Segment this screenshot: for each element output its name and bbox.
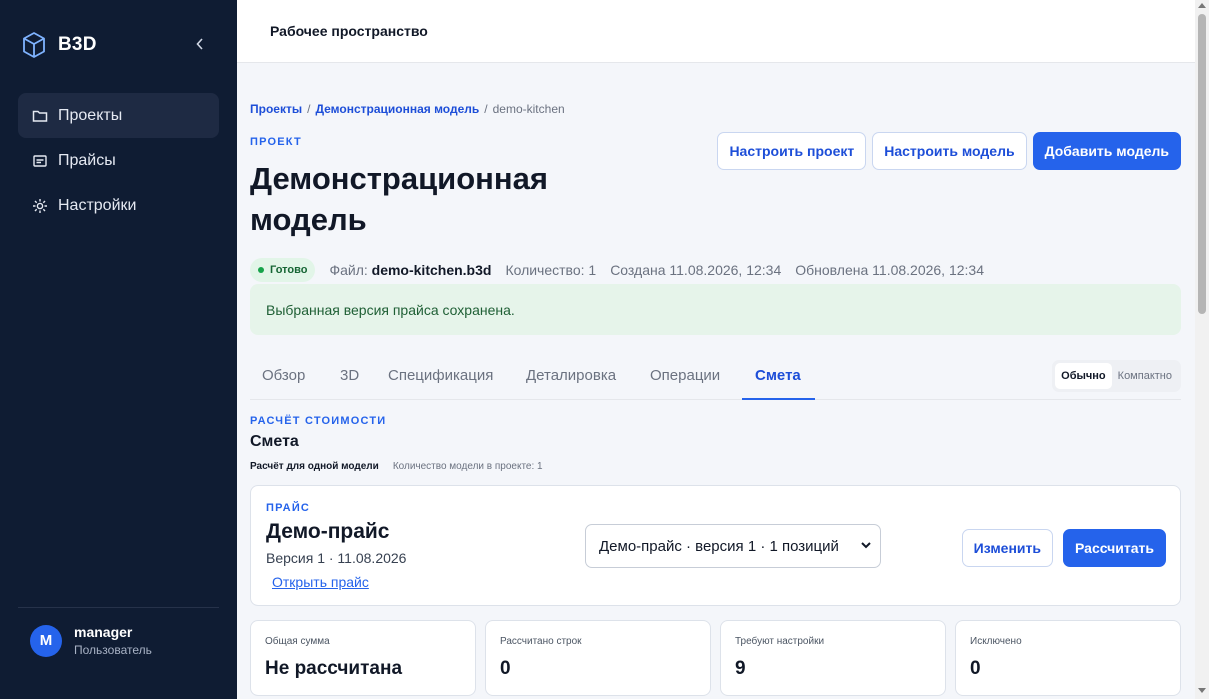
stat-label: Требуют настройки — [735, 636, 825, 647]
user-name: manager — [74, 624, 133, 640]
stat-value: Не рассчитана — [265, 658, 403, 679]
brand-name: B3D — [58, 34, 97, 55]
success-alert: Выбранная версия прайса сохранена. — [250, 284, 1181, 335]
price-card: ПРАЙС Демо-прайс Версия 1 · 11.08.2026 О… — [250, 485, 1181, 606]
estimate-subtitle-bold: Расчёт для одной модели — [250, 461, 379, 472]
sidebar: B3D Проекты Прайсы Настройки M manager П… — [0, 0, 237, 699]
stat-value: 9 — [735, 658, 746, 679]
tabs: Обзор 3D Спецификация Деталировка Операц… — [250, 360, 1181, 400]
chevron-down-icon — [861, 542, 871, 549]
price-name: Демо-прайс — [266, 520, 390, 543]
file-info: Файл: demo-kitchen.b3d — [329, 262, 491, 278]
user-profile[interactable]: M manager Пользователь — [30, 624, 152, 657]
breadcrumb-separator: / — [307, 102, 311, 116]
scroll-thumb[interactable] — [1198, 14, 1206, 314]
collapse-sidebar-button[interactable] — [190, 34, 210, 54]
stats-row: Общая сумма Не рассчитана Рассчитано стр… — [250, 620, 1181, 696]
stat-label: Общая сумма — [265, 636, 330, 647]
scrollbar[interactable] — [1195, 0, 1209, 699]
brand[interactable]: B3D — [22, 30, 97, 60]
status-text: Готово — [270, 264, 308, 276]
avatar: M — [30, 624, 62, 657]
configure-model-button[interactable]: Настроить модель — [872, 132, 1027, 170]
price-eyebrow: ПРАЙС — [266, 502, 311, 514]
sidebar-item-label: Настройки — [58, 196, 137, 214]
user-role: Пользователь — [74, 643, 152, 657]
created-info: Создана 11.08.2026, 12:34 — [610, 262, 782, 278]
scroll-up-arrow-icon[interactable] — [1198, 3, 1206, 8]
stat-card-needs-setup: Требуют настройки 9 — [720, 620, 946, 696]
stat-label: Исключено — [970, 636, 1022, 647]
open-price-link[interactable]: Открыть прайс — [272, 574, 369, 590]
status-badge: Готово — [250, 258, 316, 282]
tab-estimate[interactable]: Смета — [742, 360, 815, 400]
estimate-eyebrow: РАСЧЁТ СТОИМОСТИ — [250, 415, 387, 427]
stat-card-excluded: Исключено 0 — [955, 620, 1181, 696]
estimate-subtitle: Расчёт для одной модели Количество модели… — [250, 461, 543, 472]
header-actions: Настроить проект Настроить модель Добави… — [717, 132, 1181, 170]
price-list-icon — [32, 153, 48, 169]
file-name: demo-kitchen.b3d — [371, 262, 492, 278]
breadcrumb-project-link[interactable]: Демонстрационная модель — [315, 102, 479, 116]
tab-overview[interactable]: Обзор — [262, 360, 305, 400]
tab-details[interactable]: Деталировка — [526, 360, 616, 400]
calculate-button[interactable]: Рассчитать — [1063, 529, 1166, 567]
chevron-left-icon — [196, 38, 203, 50]
price-version: Версия 1 · 11.08.2026 — [266, 550, 407, 566]
breadcrumb-separator: / — [484, 102, 488, 116]
stat-value: 0 — [970, 658, 981, 679]
configure-project-button[interactable]: Настроить проект — [717, 132, 867, 170]
add-model-button[interactable]: Добавить модель — [1032, 132, 1181, 170]
status-dot-icon — [258, 267, 264, 273]
price-select-value: Демо-прайс · версия 1 · 1 позиций — [599, 537, 839, 555]
main-content: Проекты / Демонстрационная модель / demo-kit… — [250, 63, 1181, 699]
density-normal-option[interactable]: Обычно — [1055, 363, 1112, 389]
project-eyebrow: ПРОЕКТ — [250, 136, 302, 148]
density-compact-option[interactable]: Компактно — [1112, 363, 1178, 389]
tab-operations[interactable]: Операции — [650, 360, 720, 400]
file-label: Файл: — [329, 262, 368, 278]
sidebar-item-label: Проекты — [58, 106, 123, 124]
stat-card-calculated: Рассчитано строк 0 — [485, 620, 711, 696]
topbar-title: Рабочее пространство — [270, 23, 428, 39]
sidebar-divider — [18, 607, 219, 608]
updated-info: Обновлена 11.08.2026, 12:34 — [795, 262, 984, 278]
topbar: Рабочее пространство — [237, 0, 1195, 63]
tab-specification[interactable]: Спецификация — [388, 360, 493, 400]
quantity-info: Количество: 1 — [505, 262, 597, 278]
sidebar-nav: Проекты Прайсы Настройки — [18, 93, 219, 228]
stat-label: Рассчитано строк — [500, 636, 582, 647]
estimate-title: Смета — [250, 433, 299, 450]
change-price-button[interactable]: Изменить — [961, 529, 1053, 567]
sidebar-item-prices[interactable]: Прайсы — [18, 138, 219, 183]
stat-card-total: Общая сумма Не рассчитана — [250, 620, 476, 696]
tab-3d[interactable]: 3D — [340, 360, 359, 400]
sidebar-item-settings[interactable]: Настройки — [18, 183, 219, 228]
scroll-down-arrow-icon[interactable] — [1198, 688, 1206, 693]
estimate-subtitle-note: Количество модели в проекте: 1 — [392, 461, 543, 472]
price-version-select[interactable]: Демо-прайс · версия 1 · 1 позиций — [585, 524, 881, 568]
stat-value: 0 — [500, 658, 511, 679]
price-actions: Изменить Рассчитать — [961, 529, 1166, 567]
folder-icon — [32, 108, 48, 124]
density-toggle: Обычно Компактно — [1052, 360, 1181, 392]
sidebar-item-label: Прайсы — [58, 151, 116, 169]
project-meta: Готово Файл: demo-kitchen.b3d Количество… — [250, 258, 998, 282]
cube-icon — [22, 31, 46, 59]
sidebar-item-projects[interactable]: Проекты — [18, 93, 219, 138]
breadcrumb-projects-link[interactable]: Проекты — [250, 102, 302, 116]
page-title: Демонстрационная модель — [250, 161, 548, 237]
gear-icon — [32, 198, 48, 214]
breadcrumb: Проекты / Демонстрационная модель / demo-kit… — [250, 102, 565, 116]
breadcrumb-current: demo-kitchen — [492, 102, 565, 116]
